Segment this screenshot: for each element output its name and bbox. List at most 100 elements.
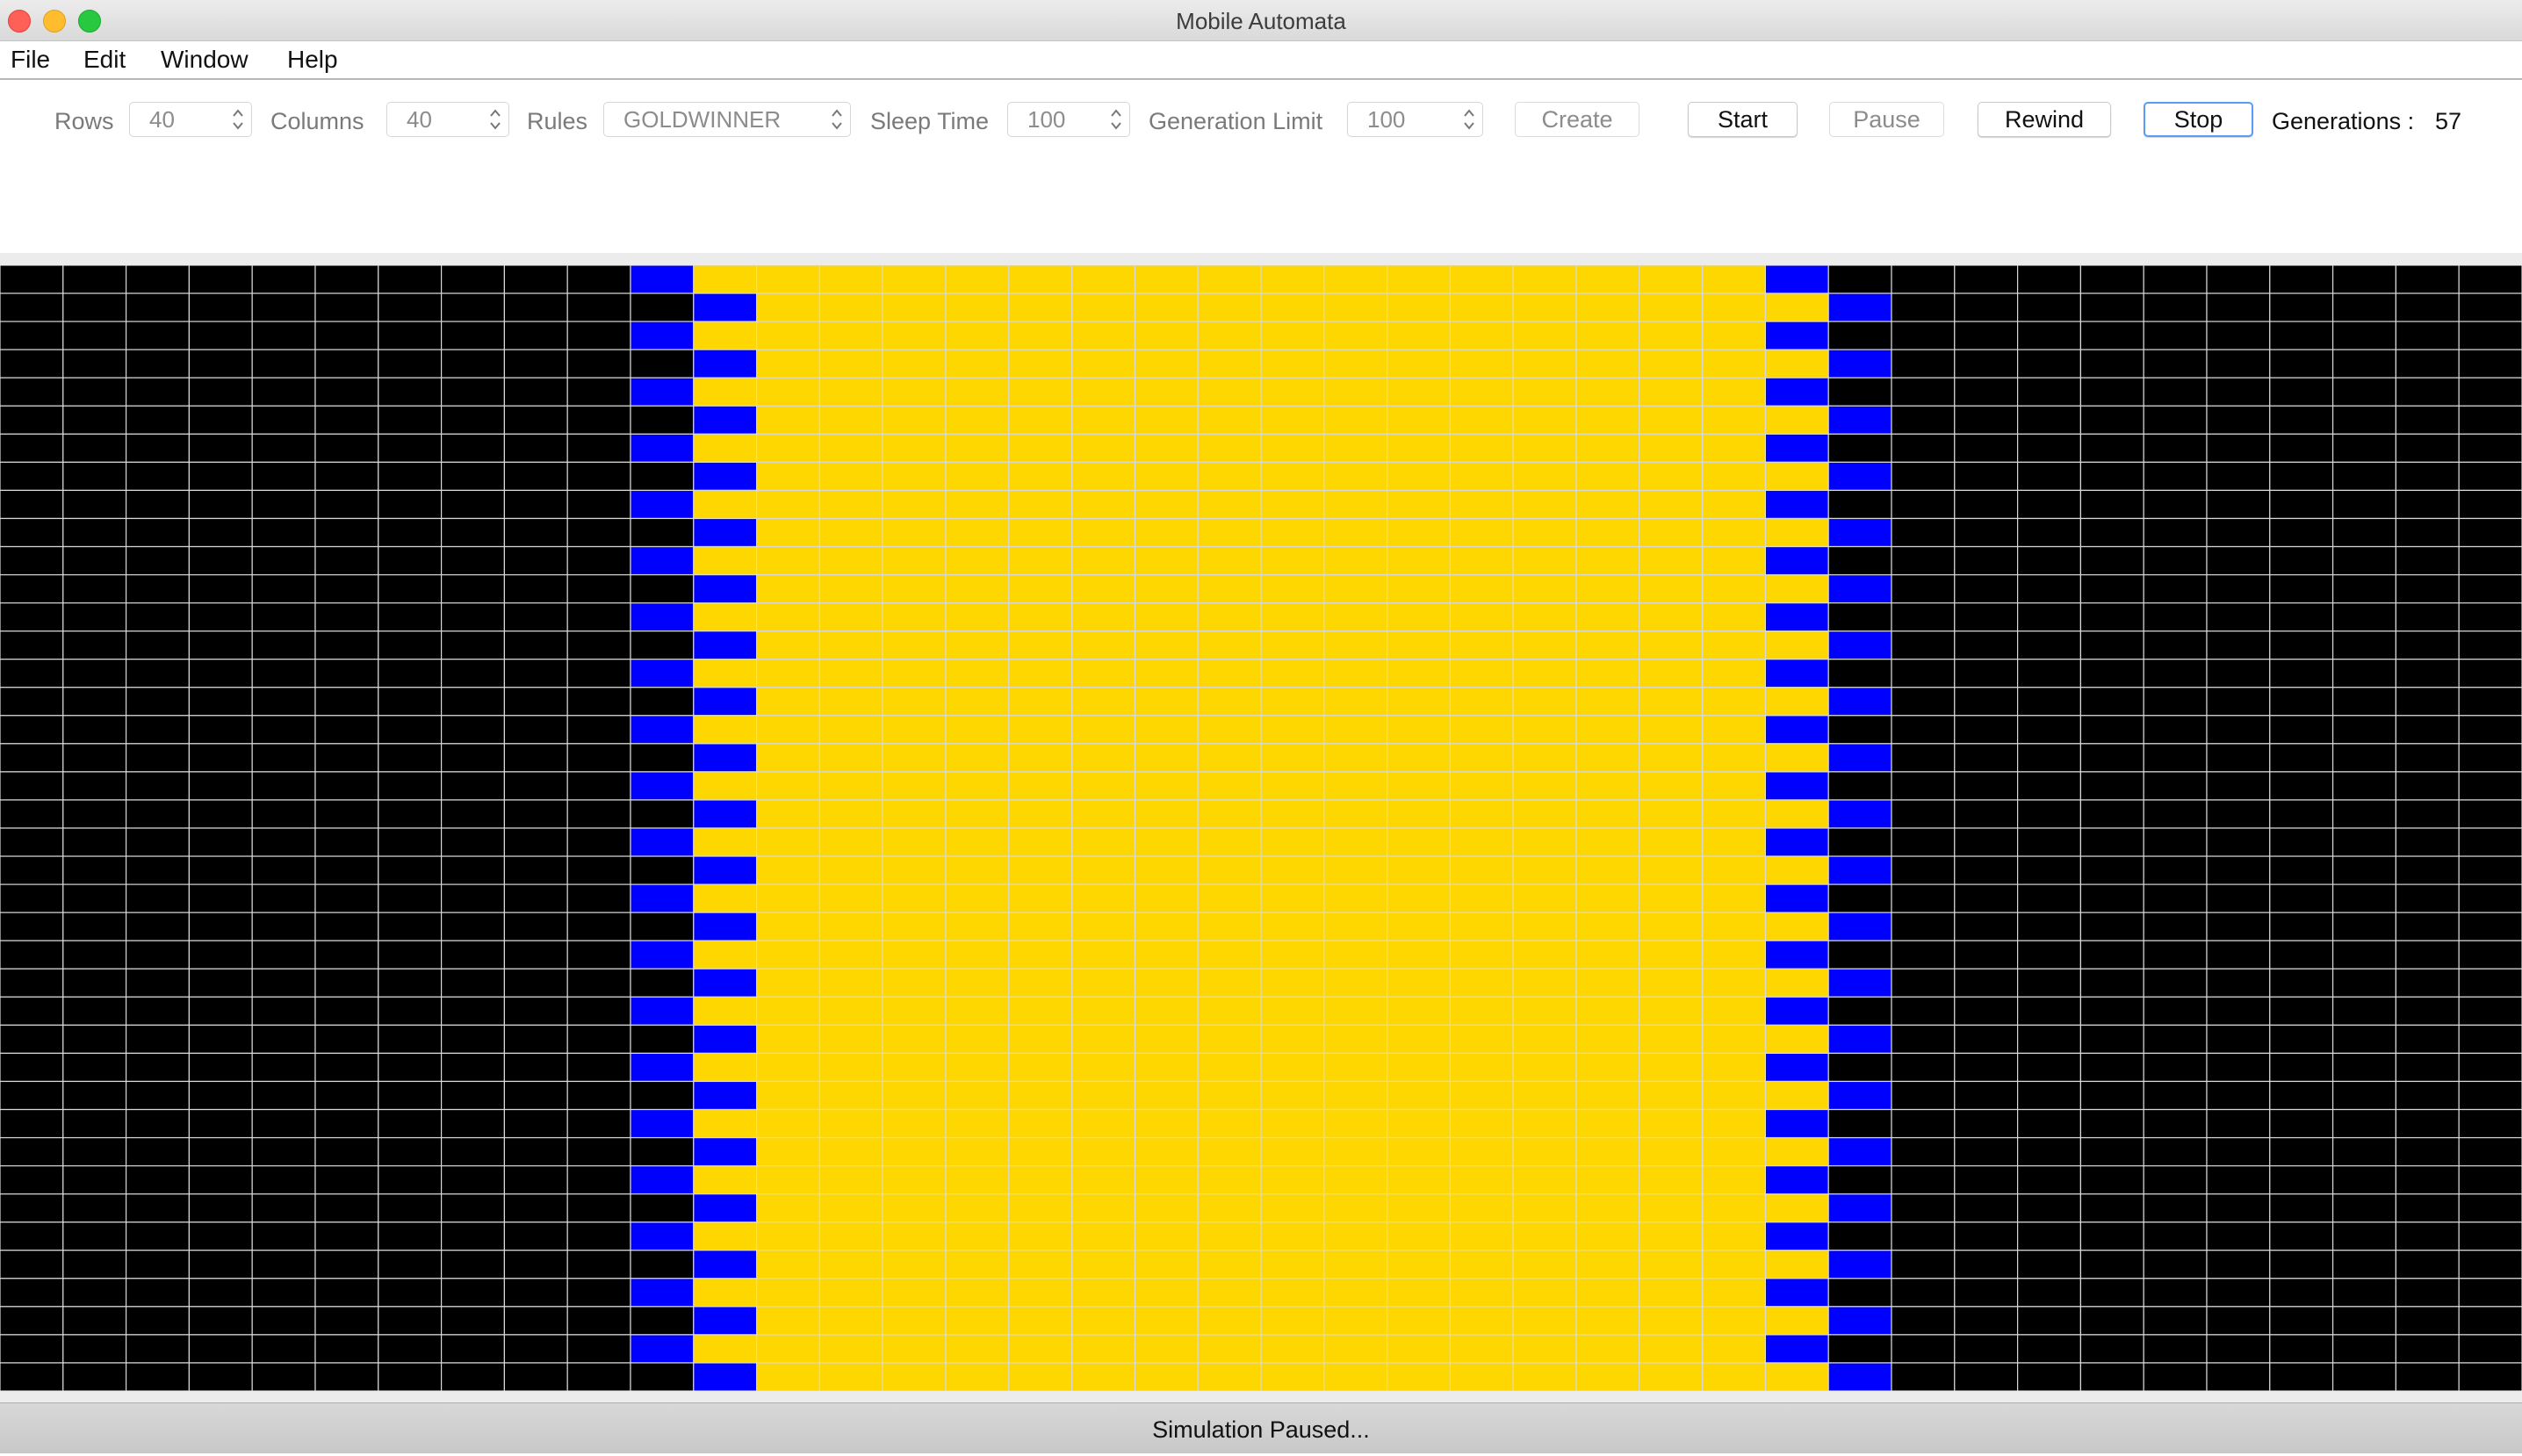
grid-cell[interactable] [1197, 631, 1262, 660]
grid-cell[interactable] [1386, 517, 1451, 548]
grid-cell[interactable] [2332, 349, 2397, 378]
grid-cell[interactable] [1070, 1306, 1135, 1336]
grid-cell[interactable] [126, 1193, 191, 1223]
grid-cell[interactable] [188, 1193, 253, 1223]
grid-cell[interactable] [1386, 292, 1451, 322]
grid-cell[interactable] [818, 743, 883, 773]
grid-cell[interactable] [1891, 1250, 1956, 1279]
grid-cell[interactable] [818, 1222, 883, 1251]
grid-cell[interactable] [2079, 883, 2144, 913]
grid-cell[interactable] [0, 1222, 64, 1251]
grid-cell[interactable] [630, 545, 695, 576]
grid-cell[interactable] [2332, 489, 2397, 520]
grid-cell[interactable] [1891, 349, 1956, 378]
grid-cell[interactable] [1764, 405, 1829, 435]
grid-cell[interactable] [1134, 743, 1199, 773]
grid-cell[interactable] [1639, 743, 1704, 773]
grid-cell[interactable] [818, 799, 883, 829]
grid-cell[interactable] [1954, 940, 2019, 969]
grid-cell[interactable] [818, 855, 883, 885]
grid-cell[interactable] [566, 1080, 631, 1111]
grid-cell[interactable] [630, 659, 695, 688]
grid-cell[interactable] [2269, 855, 2334, 885]
grid-cell[interactable] [1386, 461, 1451, 492]
grid-cell[interactable] [1323, 377, 1388, 407]
grid-cell[interactable] [1512, 940, 1577, 969]
grid-cell[interactable] [818, 1108, 883, 1139]
grid-cell[interactable] [0, 1193, 64, 1223]
grid-cell[interactable] [441, 771, 506, 801]
spinner-arrows-icon[interactable] [228, 105, 248, 133]
grid-cell[interactable] [0, 292, 64, 322]
grid-cell[interactable] [2395, 940, 2460, 969]
grid-cell[interactable] [2332, 1193, 2397, 1223]
grid-cell[interactable] [1070, 687, 1135, 717]
grid-cell[interactable] [1260, 1052, 1325, 1083]
grid-cell[interactable] [1386, 1278, 1451, 1308]
grid-cell[interactable] [693, 602, 758, 632]
grid-cell[interactable] [945, 687, 1010, 717]
grid-cell[interactable] [1764, 799, 1829, 829]
grid-cell[interactable] [1260, 912, 1325, 941]
grid-cell[interactable] [1449, 377, 1514, 407]
grid-cell[interactable] [1512, 321, 1577, 350]
grid-cell[interactable] [2079, 743, 2144, 773]
grid-cell[interactable] [2395, 405, 2460, 435]
grid-cell[interactable] [693, 1164, 758, 1195]
grid-cell[interactable] [503, 1108, 568, 1139]
grid-cell[interactable] [2017, 545, 2082, 576]
grid-cell[interactable] [62, 715, 127, 745]
grid-cell[interactable] [818, 1278, 883, 1308]
grid-cell[interactable] [2079, 1052, 2144, 1083]
grid-cell[interactable] [2017, 687, 2082, 717]
grid-cell[interactable] [566, 855, 631, 885]
grid-cell[interactable] [2458, 489, 2522, 520]
grid-cell[interactable] [503, 687, 568, 717]
grid-cell[interactable] [2395, 715, 2460, 745]
grid-cell[interactable] [441, 405, 506, 435]
grid-cell[interactable] [1197, 1362, 1262, 1391]
grid-cell[interactable] [2269, 517, 2334, 548]
grid-cell[interactable] [1386, 1052, 1451, 1083]
grid-cell[interactable] [1701, 292, 1766, 322]
grid-cell[interactable] [2395, 1052, 2460, 1083]
grid-cell[interactable] [1386, 940, 1451, 969]
grid-cell[interactable] [2395, 827, 2460, 857]
grid-cell[interactable] [1260, 433, 1325, 463]
grid-cell[interactable] [1323, 659, 1388, 688]
grid-cell[interactable] [126, 743, 191, 773]
grid-cell[interactable] [818, 1164, 883, 1195]
grid-cell[interactable] [2206, 405, 2271, 435]
grid-cell[interactable] [945, 771, 1010, 801]
grid-cell[interactable] [0, 1306, 64, 1336]
grid-cell[interactable] [2143, 968, 2208, 998]
grid-cell[interactable] [2332, 321, 2397, 350]
grid-cell[interactable] [2017, 799, 2082, 829]
grid-cell[interactable] [566, 1306, 631, 1336]
grid-cell[interactable] [693, 799, 758, 829]
grid-cell[interactable] [441, 1306, 506, 1336]
grid-cell[interactable] [1827, 1278, 1892, 1308]
grid-cell[interactable] [1891, 602, 1956, 632]
grid-cell[interactable] [251, 687, 316, 717]
grid-cell[interactable] [1386, 687, 1451, 717]
grid-cell[interactable] [1070, 602, 1135, 632]
grid-cell[interactable] [2395, 1193, 2460, 1223]
grid-cell[interactable] [1512, 461, 1577, 492]
grid-cell[interactable] [945, 1222, 1010, 1251]
grid-cell[interactable] [1575, 968, 1640, 998]
grid-cell[interactable] [566, 771, 631, 801]
grid-cell[interactable] [2269, 1334, 2334, 1364]
grid-cell[interactable] [1323, 631, 1388, 660]
grid-cell[interactable] [188, 855, 253, 885]
grid-cell[interactable] [1639, 1136, 1704, 1167]
grid-cell[interactable] [755, 743, 820, 773]
grid-cell[interactable] [2143, 545, 2208, 576]
grid-cell[interactable] [1386, 715, 1451, 745]
grid-cell[interactable] [1512, 743, 1577, 773]
grid-cell[interactable] [2395, 517, 2460, 548]
grid-cell[interactable] [1827, 855, 1892, 885]
grid-cell[interactable] [566, 827, 631, 857]
grid-cell[interactable] [0, 405, 64, 435]
grid-cell[interactable] [1449, 1164, 1514, 1195]
